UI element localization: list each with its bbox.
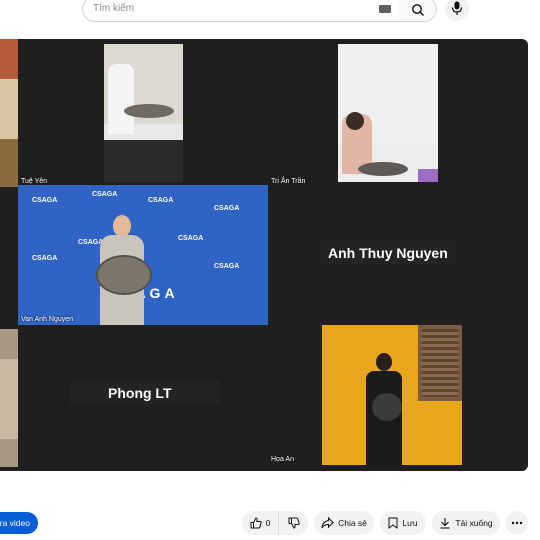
voice-search-button[interactable] — [445, 0, 469, 21]
mic-icon — [451, 1, 463, 15]
video-actions: ra video 0 Chia sẻ Lưu Tải xuống — [0, 511, 540, 537]
search-button[interactable] — [399, 0, 437, 22]
bookmark-icon — [388, 517, 398, 529]
more-actions-button[interactable] — [506, 511, 528, 535]
participant-tile-tue-yen: Tuệ Yên — [18, 39, 183, 187]
participant-name-van-anh-nguyen: Van Anh Nguyen — [21, 316, 74, 323]
csaga-logo-small: CSAGA — [148, 197, 174, 204]
top-bar: Tìm kiếm — [0, 0, 540, 28]
participant-tile-hoa-an: Hoa An — [268, 325, 468, 465]
thumbs-down-icon — [288, 517, 300, 529]
thumbs-up-icon — [250, 517, 262, 529]
participant-name-hoa-an: Hoa An — [271, 456, 294, 463]
search-icon — [412, 4, 424, 16]
more-icon — [511, 521, 523, 525]
dislike-button[interactable] — [278, 511, 308, 535]
search-placeholder: Tìm kiếm — [93, 3, 135, 14]
share-icon — [321, 517, 334, 529]
share-button[interactable]: Chia sẻ — [314, 511, 374, 535]
save-label: Lưu — [402, 518, 418, 528]
download-icon — [440, 518, 450, 529]
csaga-logo-small: CSAGA — [32, 197, 58, 204]
participant-tile-partial-bottom — [0, 329, 18, 467]
csaga-logo-small: CSAGA — [178, 235, 204, 242]
keyboard-icon[interactable] — [379, 5, 391, 13]
participant-name-phong-lt: Phong LT — [70, 381, 220, 405]
csaga-logo-small: CSAGA — [92, 191, 118, 198]
download-button[interactable]: Tải xuống — [432, 511, 500, 535]
search-input[interactable]: Tìm kiếm — [82, 0, 400, 22]
participant-name-anh-thuy-nguyen: Anh Thuy Nguyen — [320, 241, 456, 265]
participant-tile-partial-top — [0, 39, 18, 187]
video-player[interactable]: Tuệ Yên Tri Ân Trần CSAGA CSAGA CSAGA CS… — [0, 39, 528, 471]
csaga-logo-small: CSAGA — [214, 263, 240, 270]
save-button[interactable]: Lưu — [380, 511, 426, 535]
participant-tile-tri-an-tran: Tri Ân Trần — [268, 39, 438, 187]
subscribe-button[interactable]: ra video — [0, 512, 38, 534]
like-button[interactable]: 0 — [242, 511, 278, 535]
participant-name-tue-yen: Tuệ Yên — [21, 178, 48, 185]
like-count: 0 — [265, 518, 271, 528]
share-label: Chia sẻ — [338, 518, 367, 528]
csaga-logo-small: CSAGA — [32, 255, 58, 262]
csaga-logo-small: CSAGA — [214, 205, 240, 212]
participant-name-tri-an-tran: Tri Ân Trần — [271, 178, 306, 185]
download-label: Tải xuống — [455, 518, 493, 528]
participant-tile-van-anh-nguyen: CSAGA CSAGA CSAGA CSAGA CSAGA CSAGA CSAG… — [18, 185, 268, 325]
